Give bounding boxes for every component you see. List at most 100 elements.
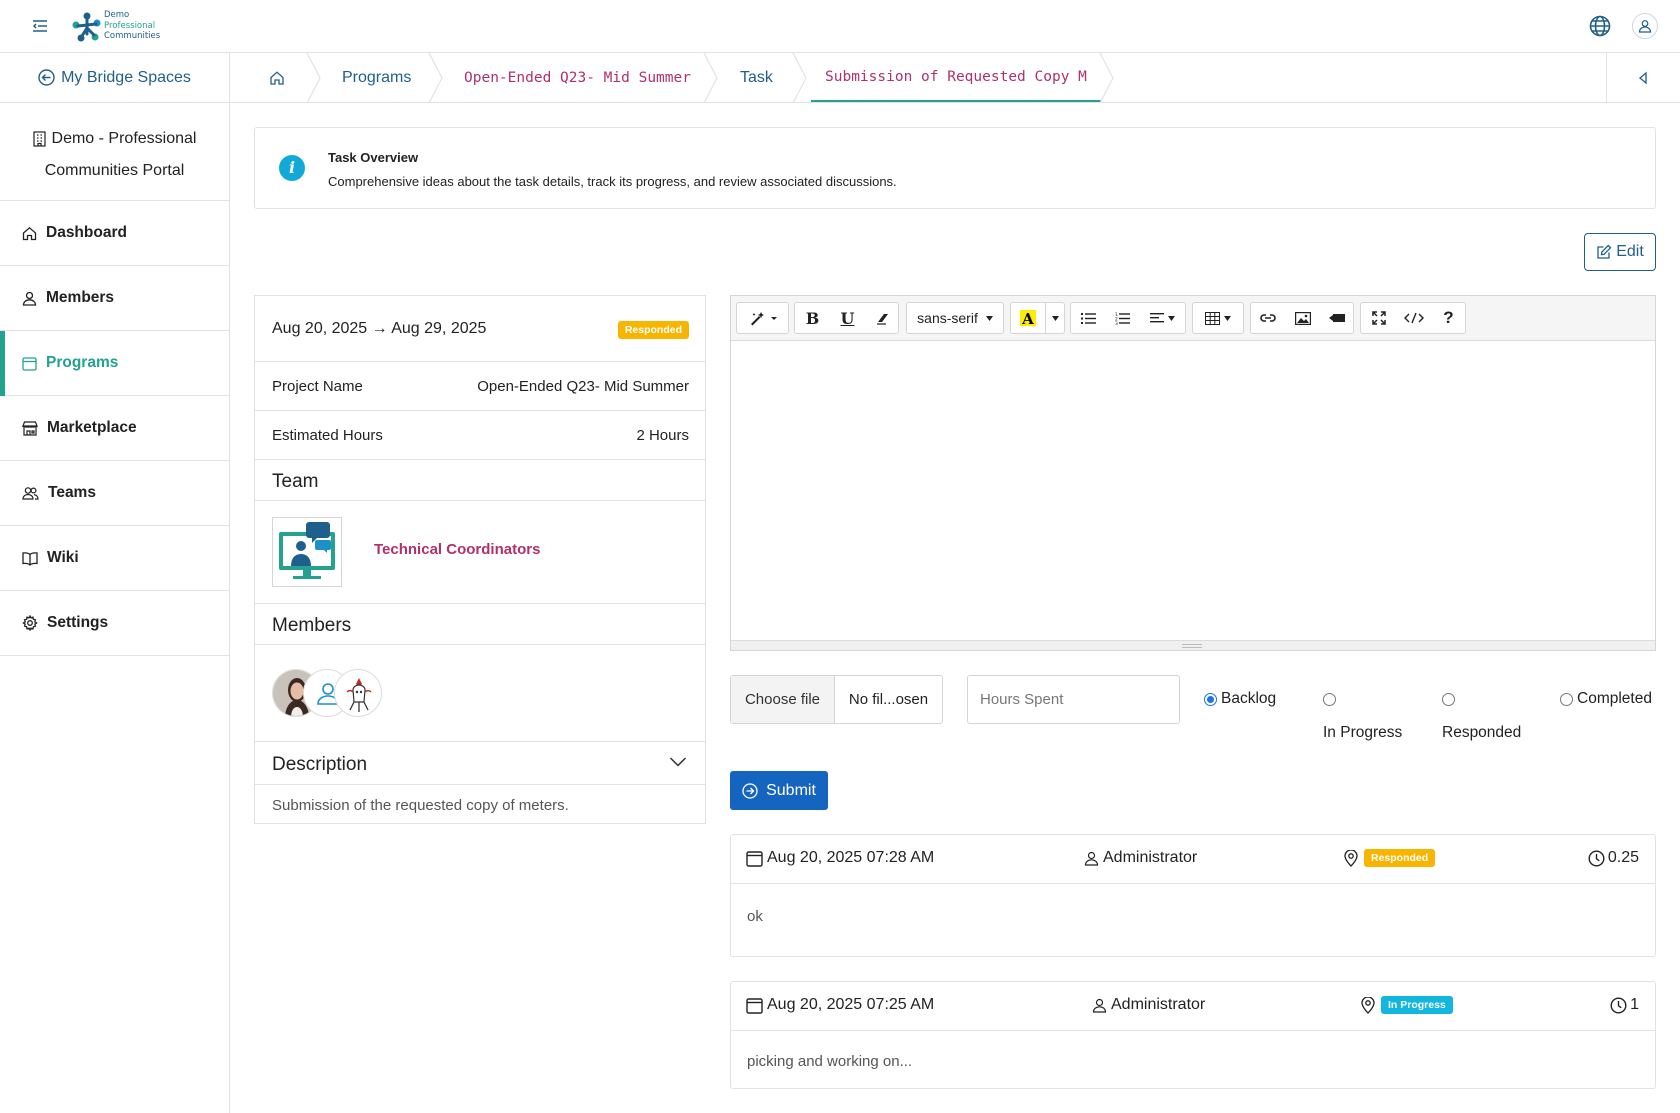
sidebar-item-dashboard[interactable]: Dashboard (0, 201, 229, 266)
back-arrow-icon (38, 69, 55, 86)
activity-hours-value: 1 (1630, 996, 1639, 1013)
radio-circle[interactable] (1442, 693, 1455, 706)
view-group: ? (1360, 302, 1466, 334)
task-date-range: Aug 20, 2025 → Aug 29, 2025 (272, 320, 486, 338)
status-radio-label: Responded (1442, 724, 1522, 741)
color-dropdown-button[interactable] (1045, 303, 1065, 333)
my-bridge-spaces-link[interactable]: My Bridge Spaces (0, 53, 229, 103)
sidebar-item-wiki[interactable]: Wiki (0, 526, 229, 591)
breadcrumb-current-task[interactable]: Submission of Requested Copy M (811, 53, 1101, 102)
breadcrumb-separator (306, 53, 321, 103)
sidebar-item-teams[interactable]: Teams (0, 461, 229, 526)
building-icon (32, 131, 46, 147)
description-text: Submission of the requested copy of mete… (272, 797, 569, 814)
estimated-hours-row: Estimated Hours 2 Hours (255, 411, 705, 460)
task-overview-alert: i Task Overview Comprehensive ideas abou… (254, 127, 1656, 209)
ordered-list-button[interactable]: 123 (1105, 303, 1139, 333)
status-radio-backlog[interactable]: Backlog (1204, 690, 1276, 708)
overview-description: Comprehensive ideas about the task detai… (328, 174, 897, 189)
breadcrumb-separator (703, 53, 718, 103)
chevron-down-icon[interactable] (669, 756, 687, 768)
gear-icon (22, 615, 38, 631)
sidebar-item-label: Members (46, 289, 115, 306)
bold-button[interactable]: B (795, 303, 830, 333)
choose-file-button[interactable]: Choose file (731, 676, 835, 723)
sidebar-item-members[interactable]: Members (0, 266, 229, 331)
team-name-link[interactable]: Technical Coordinators (374, 541, 540, 558)
portal-name-line1: Demo - Professional (51, 130, 197, 147)
style-dropdown-button[interactable] (737, 303, 788, 333)
file-input[interactable]: Choose file No fil...osen (730, 675, 943, 724)
radio-circle[interactable] (1323, 693, 1336, 706)
sidebar-item-label: Dashboard (46, 224, 127, 241)
activity-entry-header: Aug 20, 2025 07:28 AM Administrator Resp… (731, 835, 1655, 884)
logo-wordmark: Demo Professional Communities (104, 10, 161, 41)
code-view-button[interactable] (1396, 303, 1431, 333)
bullet-list-icon (1080, 312, 1096, 324)
info-icon: i (279, 155, 305, 181)
project-name-value: Open-Ended Q23- Mid Summer (477, 378, 689, 395)
video-icon (1329, 314, 1345, 322)
user-icon (1092, 998, 1107, 1013)
status-radio-completed[interactable]: Completed (1560, 690, 1652, 708)
editor-content-area[interactable] (731, 341, 1655, 640)
insert-video-button[interactable] (1320, 303, 1354, 333)
breadcrumb-home[interactable] (269, 53, 285, 103)
sidebar-item-programs[interactable]: Programs (0, 331, 229, 396)
activity-entry: Aug 20, 2025 07:28 AM Administrator Resp… (730, 834, 1656, 957)
member-avatar[interactable] (334, 669, 382, 717)
help-button[interactable]: ? (1431, 303, 1466, 333)
code-icon (1403, 312, 1424, 324)
activity-hours: 1 (1610, 996, 1639, 1014)
fullscreen-button[interactable] (1361, 303, 1396, 333)
clear-format-button[interactable] (865, 303, 900, 333)
submit-button[interactable]: Submit (730, 771, 828, 810)
activity-author-name: Administrator (1103, 849, 1198, 866)
radio-circle[interactable] (1560, 693, 1573, 706)
breadcrumb-task[interactable]: Task (740, 53, 773, 103)
sidebar-item-marketplace[interactable]: Marketplace (0, 396, 229, 461)
members-section-header: Members (255, 604, 705, 645)
radio-circle[interactable] (1204, 693, 1217, 706)
paragraph-align-button[interactable] (1139, 303, 1185, 333)
hours-spent-input[interactable] (967, 675, 1180, 724)
edit-icon (1597, 244, 1612, 259)
text-color-button[interactable]: A (1011, 303, 1045, 333)
store-icon (22, 420, 38, 436)
task-end-date: Aug 29, 2025 (391, 320, 487, 337)
brand-logo[interactable]: Demo Professional Communities (70, 9, 160, 45)
sidebar-item-settings[interactable]: Settings (0, 591, 229, 656)
unordered-list-button[interactable] (1071, 303, 1105, 333)
team-row[interactable]: Technical Coordinators (255, 501, 705, 604)
user-menu-button[interactable] (1632, 13, 1658, 39)
menu-toggle-icon[interactable] (30, 17, 50, 35)
team-section-header: Team (255, 460, 705, 501)
description-heading: Description (272, 754, 368, 775)
align-left-icon (1149, 313, 1164, 323)
description-accordion-header[interactable]: Description (255, 742, 705, 785)
edit-button[interactable]: Edit (1584, 233, 1656, 271)
overview-title: Task Overview (328, 150, 419, 165)
font-family-select[interactable]: sans-serif (907, 303, 1003, 333)
breadcrumb-program-name[interactable]: Open-Ended Q23- Mid Summer (464, 53, 691, 103)
table-button[interactable] (1193, 303, 1243, 333)
clock-icon (1610, 996, 1627, 1014)
rich-text-editor: B U sans-serif A 1 2 3 ? (730, 295, 1656, 651)
map-pin-icon (1361, 996, 1375, 1014)
globe-icon[interactable] (1588, 14, 1612, 38)
breadcrumb-programs[interactable]: Programs (342, 53, 411, 103)
users-icon (22, 486, 39, 500)
activity-hours: 0.25 (1588, 849, 1639, 867)
style-group (736, 302, 789, 334)
insert-link-button[interactable] (1251, 303, 1285, 333)
editor-resize-handle[interactable] (731, 640, 1655, 650)
status-radio-responded[interactable]: Responded (1442, 690, 1521, 742)
status-radio-in-progress[interactable]: In Progress (1323, 690, 1402, 742)
collapse-panel-button[interactable] (1606, 53, 1680, 103)
status-badge: In Progress (1381, 996, 1453, 1014)
underline-button[interactable]: U (830, 303, 865, 333)
insert-image-button[interactable] (1285, 303, 1320, 333)
activity-datetime-text: Aug 20, 2025 07:28 AM (767, 849, 935, 866)
status-radio-label: Backlog (1221, 690, 1277, 707)
activity-entry: Aug 20, 2025 07:25 AM Administrator In P… (730, 981, 1656, 1089)
